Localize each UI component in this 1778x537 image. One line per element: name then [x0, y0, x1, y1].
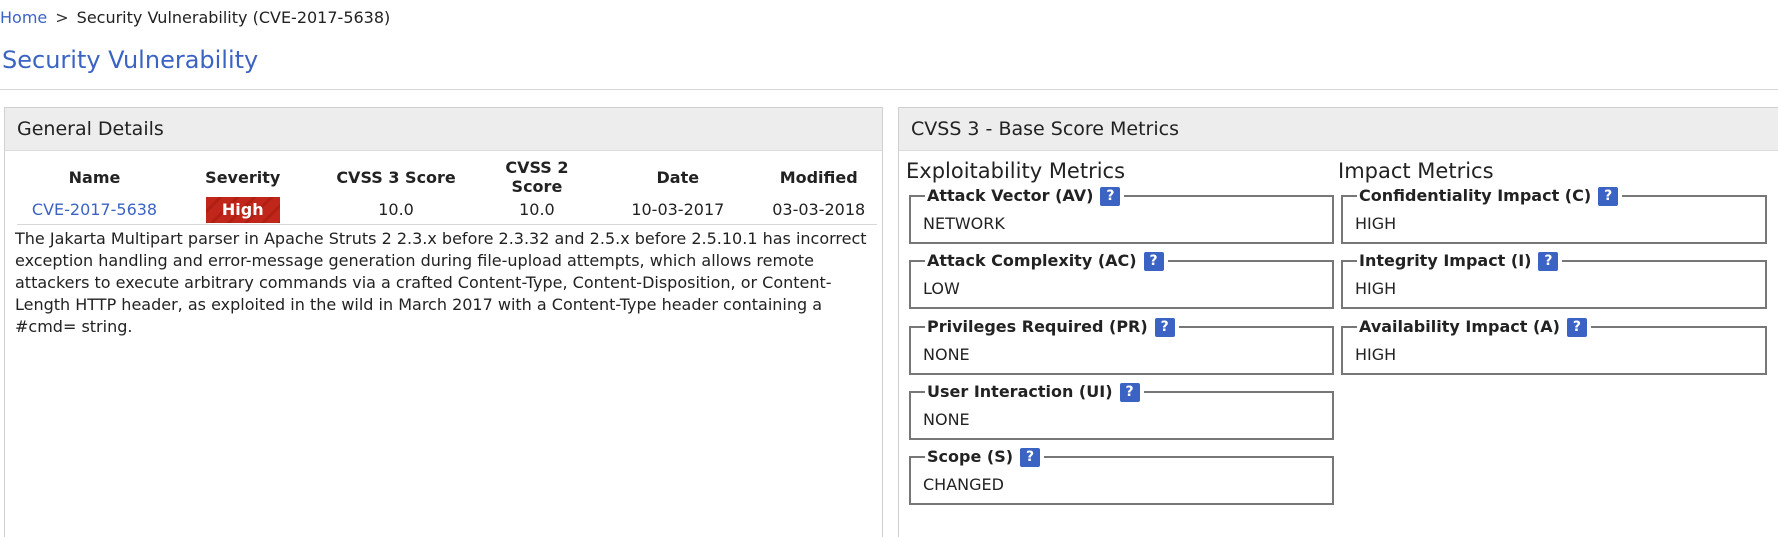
column-header-name: Name [68, 167, 121, 187]
metric-legend: Attack Complexity (AC)? [925, 250, 1168, 272]
severity-badge: High [205, 196, 280, 223]
vulnerability-description: The Jakarta Multipart parser in Apache S… [15, 229, 867, 336]
metric-legend: Attack Vector (AV)? [925, 185, 1125, 207]
help-icon[interactable]: ? [1154, 317, 1175, 337]
impact-metrics-title: Impact Metrics [1338, 159, 1494, 183]
help-icon[interactable]: ? [1598, 186, 1619, 206]
table-header-row: Name Severity CVSS 3 Score CVSS 2 Score … [17, 158, 877, 196]
metric-legend: Scope (S)? [925, 446, 1045, 468]
breadcrumb-home-link[interactable]: Home [0, 8, 47, 27]
help-icon[interactable]: ? [1566, 317, 1587, 337]
cell-cvss3-score: 10.0 [313, 196, 479, 225]
metric-privileges-required: Privileges Required (PR)? NONE [909, 316, 1334, 375]
metric-value: HIGH [1355, 279, 1397, 298]
metric-label: Confidentiality Impact (C) [1359, 186, 1592, 205]
help-icon[interactable]: ? [1100, 186, 1121, 206]
metric-value: HIGH [1355, 214, 1397, 233]
metric-value: NONE [923, 345, 970, 364]
metric-label: Privileges Required (PR) [927, 317, 1148, 336]
title-divider [0, 89, 1778, 90]
metric-label: Integrity Impact (I) [1359, 251, 1532, 270]
breadcrumb-current: Security Vulnerability (CVE-2017-5638) [76, 8, 391, 27]
metric-label: Availability Impact (A) [1359, 317, 1560, 336]
page-title: Security Vulnerability [2, 46, 259, 74]
metric-legend: Privileges Required (PR)? [925, 316, 1179, 338]
metric-label: User Interaction (UI) [927, 382, 1113, 401]
breadcrumb: Home > Security Vulnerability (CVE-2017-56… [0, 8, 390, 28]
metric-label: Attack Complexity (AC) [927, 251, 1137, 270]
help-icon[interactable]: ? [1143, 251, 1164, 271]
cve-link[interactable]: CVE-2017-5638 [32, 200, 157, 219]
general-details-header: General Details [5, 108, 882, 151]
help-icon[interactable]: ? [1119, 382, 1140, 402]
metric-scope: Scope (S)? CHANGED [909, 446, 1334, 505]
cvss-metrics-panel: CVSS 3 - Base Score Metrics Exploitabili… [898, 107, 1778, 537]
help-icon[interactable]: ? [1538, 251, 1559, 271]
metric-value: HIGH [1355, 345, 1397, 364]
cvss-metrics-header: CVSS 3 - Base Score Metrics [899, 108, 1778, 151]
column-header-cvss2: CVSS 2 Score [505, 158, 569, 196]
cell-cvss2-score: 10.0 [478, 196, 596, 225]
metric-attack-vector: Attack Vector (AV)? NETWORK [909, 185, 1334, 244]
metric-legend: Availability Impact (A)? [1357, 316, 1591, 338]
breadcrumb-separator: > [55, 8, 69, 27]
metric-value: NETWORK [923, 214, 1005, 233]
metric-availability-impact: Availability Impact (A)? HIGH [1341, 316, 1767, 375]
metric-confidentiality-impact: Confidentiality Impact (C)? HIGH [1341, 185, 1767, 244]
metric-attack-complexity: Attack Complexity (AC)? LOW [909, 250, 1334, 309]
vulnerability-summary-table: Name Severity CVSS 3 Score CVSS 2 Score … [17, 158, 877, 225]
metric-legend: Integrity Impact (I)? [1357, 250, 1563, 272]
general-details-panel: General Details Name Severity CVSS 3 Sco… [4, 107, 883, 537]
cell-modified: 03-03-2018 [760, 196, 877, 225]
help-icon[interactable]: ? [1020, 447, 1041, 467]
metric-user-interaction: User Interaction (UI)? NONE [909, 381, 1334, 440]
metric-label: Scope (S) [927, 447, 1014, 466]
exploitability-metrics-title: Exploitability Metrics [906, 159, 1126, 183]
metric-value: NONE [923, 410, 970, 429]
metric-integrity-impact: Integrity Impact (I)? HIGH [1341, 250, 1767, 309]
metric-legend: Confidentiality Impact (C)? [1357, 185, 1623, 207]
cell-date: 10-03-2017 [595, 196, 761, 225]
metric-label: Attack Vector (AV) [927, 186, 1094, 205]
cell-name: CVE-2017-5638 [17, 196, 173, 225]
cell-severity: High [172, 196, 314, 225]
column-header-cvss3: CVSS 3 Score [336, 167, 456, 187]
column-header-date: Date [656, 167, 700, 187]
metric-value: CHANGED [923, 475, 1004, 494]
table-row: CVE-2017-5638 High 10.0 10.0 10-03-2017 … [17, 196, 877, 225]
metric-value: LOW [923, 279, 960, 298]
column-header-severity: Severity [205, 167, 281, 187]
column-header-modified: Modified [779, 167, 858, 187]
metric-legend: User Interaction (UI)? [925, 381, 1144, 403]
